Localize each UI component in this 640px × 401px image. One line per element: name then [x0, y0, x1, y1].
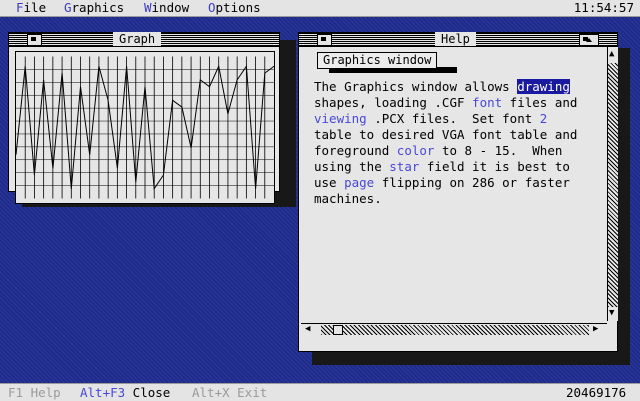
help-content: Graphics window The Graphics window allo… — [301, 47, 606, 321]
graph-title: Graph — [113, 32, 162, 46]
menu-window[interactable]: Window — [144, 0, 189, 16]
graph-window-shadow-side — [280, 40, 296, 200]
horizontal-scroll-track[interactable] — [321, 325, 589, 335]
clock: 11:54:57 — [573, 0, 634, 15]
link-2[interactable]: 2 — [540, 111, 548, 126]
link-viewing[interactable]: viewing — [314, 111, 367, 126]
horizontal-scroll-thumb[interactable] — [333, 325, 343, 335]
square-close-icon[interactable] — [317, 34, 332, 46]
f1-help[interactable]: F1 Help — [8, 384, 61, 401]
help-body: The Graphics window allows drawing shape… — [314, 79, 578, 206]
link-star[interactable]: star — [389, 159, 419, 174]
help-window[interactable]: Help Graphics window The Graphics window… — [298, 32, 618, 352]
graph-window[interactable]: Graph — [8, 32, 280, 204]
menu-bar: File Graphics Window Options 11:54:57 — [0, 0, 640, 17]
link-font[interactable]: font — [472, 95, 502, 110]
horizontal-scrollbar[interactable]: ◀ ▶ — [301, 323, 607, 336]
help-titlebar[interactable]: Help — [299, 32, 617, 47]
link-color[interactable]: color — [397, 143, 435, 158]
help-window-shadow — [312, 350, 630, 365]
link-page[interactable]: page — [344, 175, 374, 190]
menu-file[interactable]: File — [16, 0, 46, 16]
square-close-icon[interactable] — [27, 34, 42, 46]
vertical-scrollbar[interactable]: ▲ ▼ — [607, 47, 618, 321]
graph-plot — [15, 51, 275, 204]
memory-counter: 20469176 — [566, 385, 627, 400]
menu-options[interactable]: Options — [208, 0, 261, 16]
vertical-scroll-track[interactable] — [608, 63, 618, 307]
status-bar: F1 Help Alt+F3 Close Alt+X Exit 20469176 — [0, 383, 640, 401]
up-arrow-icon[interactable]: ▲ — [609, 50, 614, 59]
zoom-triangle — [586, 38, 592, 42]
right-arrow-icon[interactable]: ▶ — [593, 325, 598, 334]
up-triangle-icon[interactable] — [579, 34, 599, 46]
menu-graphics[interactable]: Graphics — [64, 0, 124, 16]
help-title: Help — [435, 32, 476, 46]
down-arrow-icon[interactable]: ▼ — [609, 309, 614, 318]
left-arrow-icon[interactable]: ◀ — [305, 325, 310, 334]
alt-f3-close[interactable]: Alt+F3 Close — [80, 384, 170, 401]
selected-word[interactable]: drawing — [517, 79, 570, 94]
alt-x-exit[interactable]: Alt+X Exit — [192, 384, 267, 401]
graph-titlebar[interactable]: Graph — [9, 32, 279, 47]
section-label: Graphics window — [317, 52, 438, 69]
